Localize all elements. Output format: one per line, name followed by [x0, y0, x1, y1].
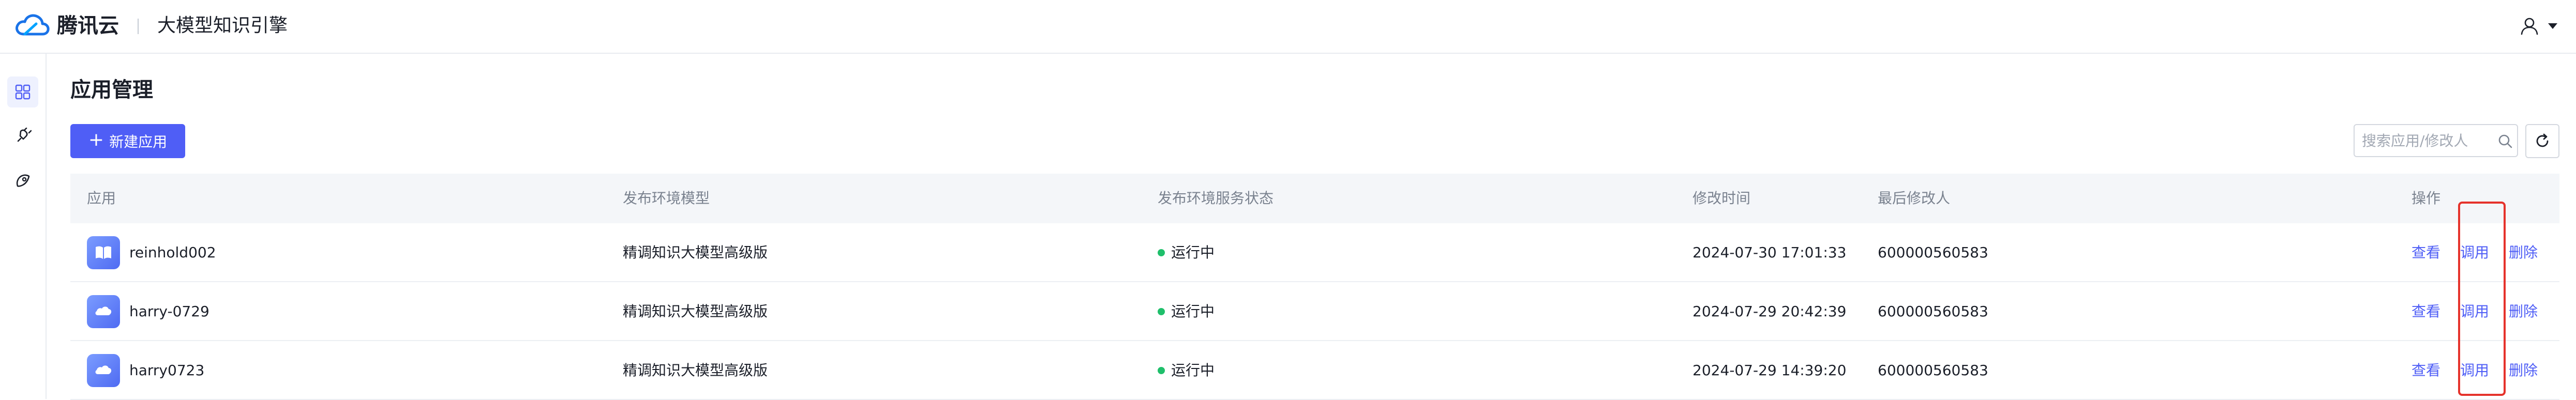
model-cell: 精调知识大模型高级版 [623, 244, 768, 261]
search-input[interactable] [2362, 129, 2491, 152]
search-icon[interactable] [2497, 133, 2513, 149]
app-name[interactable]: harry-0729 [129, 282, 209, 341]
modifier-cell: 600000560583 [1878, 303, 1988, 320]
table-row: reinhold002 精调知识大模型高级版 运行中 2024-07-30 17… [70, 223, 2559, 282]
page-title: 应用管理 [70, 78, 153, 102]
status-cell: 运行中 [1158, 341, 1215, 400]
table-header: 应用 发布环境模型 发布环境服务状态 修改时间 最后修改人 操作 [70, 174, 2559, 223]
sidebar-item-plugins[interactable] [7, 121, 38, 152]
table-row: harry-0729 精调知识大模型高级版 运行中 2024-07-29 20:… [70, 282, 2559, 341]
cloud-icon [95, 306, 112, 315]
modifier-cell: 600000560583 [1878, 244, 1988, 261]
new-app-button-label: 新建应用 [109, 133, 168, 150]
tencent-cloud-logo-icon[interactable] [13, 11, 51, 40]
column-header-status: 发布环境服务状态 [1158, 190, 1274, 207]
app-grid-icon [15, 84, 31, 100]
plug-icon [17, 128, 32, 142]
status-cell: 运行中 [1158, 223, 1215, 282]
cloud-icon [95, 365, 112, 374]
app-name-cell: reinhold002 [87, 223, 216, 282]
app-avatar [87, 354, 120, 387]
modifier-cell: 600000560583 [1878, 362, 1988, 379]
delete-link[interactable]: 删除 [2509, 341, 2538, 400]
user-icon [2521, 18, 2538, 35]
column-header-actions: 操作 [2412, 190, 2441, 207]
sidebar-item-apps[interactable] [7, 76, 38, 107]
search-box[interactable] [2354, 124, 2518, 157]
model-cell: 精调知识大模型高级版 [623, 303, 768, 320]
status-cell: 运行中 [1158, 282, 1215, 341]
header-divider [138, 19, 139, 34]
sidebar [0, 54, 47, 399]
view-link[interactable]: 查看 [2412, 341, 2440, 400]
column-header-modified-time: 修改时间 [1693, 190, 1751, 207]
chevron-down-icon [2548, 23, 2557, 29]
table-row: harry0723 精调知识大模型高级版 运行中 2024-07-29 14:3… [70, 341, 2559, 400]
app-name[interactable]: harry0723 [129, 341, 204, 400]
column-header-app: 应用 [87, 190, 116, 207]
product-name[interactable]: 大模型知识引擎 [157, 12, 288, 39]
app-avatar [87, 236, 120, 269]
modified-time-cell: 2024-07-29 20:42:39 [1693, 303, 1847, 320]
status-text: 运行中 [1171, 303, 1215, 320]
new-app-button[interactable]: + 新建应用 [70, 124, 185, 158]
top-bar: 腾讯云 大模型知识引擎 [0, 0, 2576, 54]
modified-time-cell: 2024-07-30 17:01:33 [1693, 244, 1847, 261]
refresh-button[interactable] [2525, 124, 2559, 158]
view-link[interactable]: 查看 [2412, 282, 2440, 341]
app-name-cell: harry0723 [87, 341, 204, 400]
status-text: 运行中 [1171, 362, 1215, 379]
delete-link[interactable]: 删除 [2509, 282, 2538, 341]
model-cell: 精调知识大模型高级版 [623, 362, 768, 379]
rocket-icon [16, 174, 30, 187]
call-link[interactable]: 调用 [2460, 341, 2489, 400]
app-avatar [87, 295, 120, 328]
refresh-icon [2536, 133, 2549, 147]
status-text: 运行中 [1171, 244, 1215, 261]
app-name-cell: harry-0729 [87, 282, 209, 341]
app-table: 应用 发布环境模型 发布环境服务状态 修改时间 最后修改人 操作 reinhol… [70, 174, 2559, 400]
call-link[interactable]: 调用 [2460, 282, 2489, 341]
modified-time-cell: 2024-07-29 14:39:20 [1693, 362, 1847, 379]
book-icon [96, 246, 111, 259]
status-dot [1158, 308, 1165, 315]
call-link[interactable]: 调用 [2460, 223, 2489, 282]
delete-link[interactable]: 删除 [2509, 223, 2538, 282]
plus-icon: + [88, 129, 104, 150]
column-header-last-modifier: 最后修改人 [1878, 190, 1951, 207]
column-header-model: 发布环境模型 [623, 190, 710, 207]
status-dot [1158, 367, 1165, 374]
sidebar-item-explore[interactable] [7, 165, 38, 196]
brand-name[interactable]: 腾讯云 [57, 12, 119, 39]
view-link[interactable]: 查看 [2412, 223, 2440, 282]
user-menu[interactable] [2519, 10, 2564, 41]
status-dot [1158, 249, 1165, 256]
app-name[interactable]: reinhold002 [129, 223, 216, 282]
